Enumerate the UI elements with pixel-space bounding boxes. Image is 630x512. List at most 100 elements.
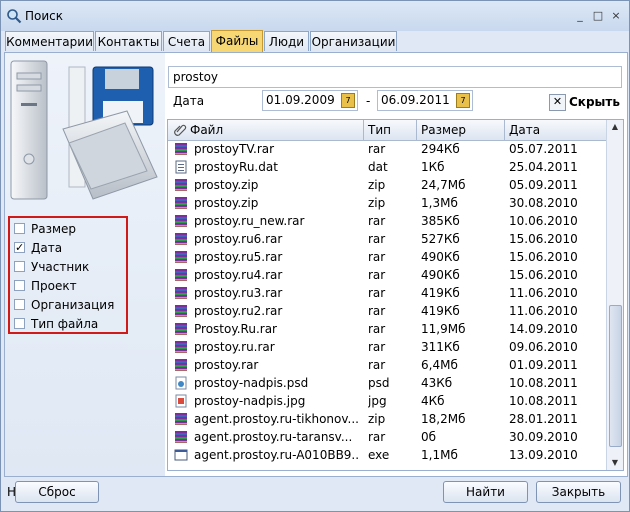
file-row[interactable]: prostoyRu.dat dat 1Кб 25.04.2011 [168, 158, 606, 176]
cell-type: rar [368, 358, 386, 372]
scroll-thumb[interactable] [609, 305, 622, 447]
file-row[interactable]: prostoy.zip zip 24,7Мб 05.09.2011 [168, 176, 606, 194]
column-header-file[interactable]: Файл [168, 120, 364, 140]
cell-date: 09.06.2010 [509, 340, 578, 354]
date-from-field[interactable]: 01.09.2009 7 [262, 90, 358, 111]
rar-file-icon [175, 359, 187, 371]
filter-checkbox-group: Размер ✓ Дата Участник Проект Организация… [8, 216, 128, 334]
cell-name: prostoy-nadpis.psd [194, 376, 309, 390]
dat-file-icon [175, 160, 187, 174]
cell-size: 24,7Мб [421, 178, 466, 192]
cell-date: 14.09.2010 [509, 322, 578, 336]
file-row[interactable]: prostoyTV.rar rar 294Кб 05.07.2011 [168, 140, 606, 158]
minimize-button[interactable]: _ [573, 10, 587, 22]
cell-date: 30.09.2010 [509, 430, 578, 444]
computer-files-illustration [10, 60, 158, 200]
vertical-scrollbar[interactable]: ▲ ▼ [606, 120, 623, 470]
file-row[interactable]: prostoy.zip zip 1,3Мб 30.08.2010 [168, 194, 606, 212]
cell-name: prostoy.rar [194, 358, 259, 372]
size-checkbox[interactable] [14, 223, 25, 234]
maximize-button[interactable]: □ [591, 10, 605, 22]
rar-file-icon [175, 287, 187, 299]
find-button[interactable]: Найти [443, 481, 528, 503]
cell-date: 15.06.2010 [509, 250, 578, 264]
file-row[interactable]: prostoy.ru4.rar rar 490Кб 15.06.2010 [168, 266, 606, 284]
search-window: Поиск _ □ × Комментарии Контакты Счета Ф… [0, 0, 630, 512]
tab-files[interactable]: Файлы [211, 30, 263, 52]
date-label: Дата [173, 94, 205, 108]
cell-size: 11,9Мб [421, 322, 466, 336]
cell-size: 1,3Мб [421, 196, 458, 210]
rar-file-icon [175, 269, 187, 281]
jpg-file-icon [175, 394, 187, 408]
column-header-type[interactable]: Тип [364, 120, 417, 140]
cell-date: 30.08.2010 [509, 196, 578, 210]
tab-people[interactable]: Люди [264, 31, 309, 51]
cell-date: 05.09.2011 [509, 178, 578, 192]
search-input[interactable]: prostoy [168, 66, 622, 88]
column-header-date[interactable]: Дата [505, 120, 606, 140]
file-row[interactable]: prostoy.ru_new.rar rar 385Кб 10.06.2010 [168, 212, 606, 230]
file-row[interactable]: prostoy.ru3.rar rar 419Кб 11.06.2010 [168, 284, 606, 302]
cell-size: 1,1Мб [421, 448, 458, 462]
cell-size: 294Кб [421, 142, 460, 156]
cell-size: 419Кб [421, 304, 460, 318]
cell-type: rar [368, 304, 386, 318]
file-type-checkbox[interactable] [14, 318, 25, 329]
column-header-size[interactable]: Размер [417, 120, 505, 140]
date-to-field[interactable]: 06.09.2011 7 [377, 90, 473, 111]
file-row[interactable]: prostoy-nadpis.psd psd 43Кб 10.08.2011 [168, 374, 606, 392]
reset-button[interactable]: Сброс [15, 481, 99, 503]
rar-file-icon [175, 233, 187, 245]
file-row[interactable]: agent.prostoy.ru-A010BB9... exe 1,1Мб 13.09… [168, 446, 606, 464]
calendar-icon[interactable]: 7 [456, 93, 470, 108]
project-checkbox[interactable] [14, 280, 25, 291]
files-table: Файл Тип Размер Дата prostoyTV.rar rar 294… [167, 119, 624, 471]
file-row[interactable]: prostoy.ru2.rar rar 419Кб 11.06.2010 [168, 302, 606, 320]
cell-name: prostoy.ru5.rar [194, 250, 283, 264]
cell-type: dat [368, 160, 388, 174]
cell-type: rar [368, 250, 386, 264]
rar-file-icon [175, 413, 187, 425]
file-row[interactable]: prostoy.ru5.rar rar 490Кб 15.06.2010 [168, 248, 606, 266]
tab-organizations[interactable]: Организации [310, 31, 397, 51]
title-bar: Поиск _ □ × [1, 1, 629, 31]
cell-date: 15.06.2010 [509, 268, 578, 282]
file-row[interactable]: agent.prostoy.ru-tikhonov... zip 18,2Мб 28.… [168, 410, 606, 428]
rar-file-icon [175, 215, 187, 227]
file-row[interactable]: agent.prostoy.ru-taransv... rar 0б 30.09.20… [168, 428, 606, 446]
cell-size: 419Кб [421, 286, 460, 300]
scroll-down-arrow[interactable]: ▼ [607, 456, 623, 470]
hide-button[interactable]: ✕ Скрыть [549, 93, 620, 111]
cell-date: 10.06.2010 [509, 214, 578, 228]
cell-date: 10.08.2011 [509, 394, 578, 408]
cell-type: zip [368, 412, 386, 426]
file-row[interactable]: prostoy.ru.rar rar 311Кб 09.06.2010 [168, 338, 606, 356]
participant-checkbox[interactable] [14, 261, 25, 272]
cell-name: prostoy.ru6.rar [194, 232, 283, 246]
cell-size: 311Кб [421, 340, 460, 354]
file-row[interactable]: Prostoy.Ru.rar rar 11,9Мб 14.09.2010 [168, 320, 606, 338]
tab-invoices[interactable]: Счета [163, 31, 210, 51]
close-window-button[interactable]: × [609, 10, 623, 22]
close-icon: ✕ [549, 94, 566, 111]
close-button[interactable]: Закрыть [536, 481, 621, 503]
rar-file-icon [175, 305, 187, 317]
date-checkbox[interactable]: ✓ [14, 242, 25, 253]
cell-date: 11.06.2010 [509, 286, 578, 300]
tab-comments[interactable]: Комментарии [5, 31, 94, 51]
file-row[interactable]: prostoy-nadpis.jpg jpg 4Кб 10.08.2011 [168, 392, 606, 410]
cell-date: 01.09.2011 [509, 358, 578, 372]
scroll-up-arrow[interactable]: ▲ [607, 120, 623, 134]
cell-name: prostoy.ru3.rar [194, 286, 283, 300]
cell-name: agent.prostoy.ru-tikhonov... [194, 412, 359, 426]
organization-checkbox[interactable] [14, 299, 25, 310]
calendar-icon[interactable]: 7 [341, 93, 355, 108]
psd-file-icon [175, 376, 187, 390]
cell-size: 1Кб [421, 160, 445, 174]
file-row[interactable]: prostoy.ru6.rar rar 527Кб 15.06.2010 [168, 230, 606, 248]
file-row[interactable]: prostoy.rar rar 6,4Мб 01.09.2011 [168, 356, 606, 374]
cell-type: rar [368, 214, 386, 228]
tab-contacts[interactable]: Контакты [95, 31, 162, 51]
cell-date: 05.07.2011 [509, 142, 578, 156]
